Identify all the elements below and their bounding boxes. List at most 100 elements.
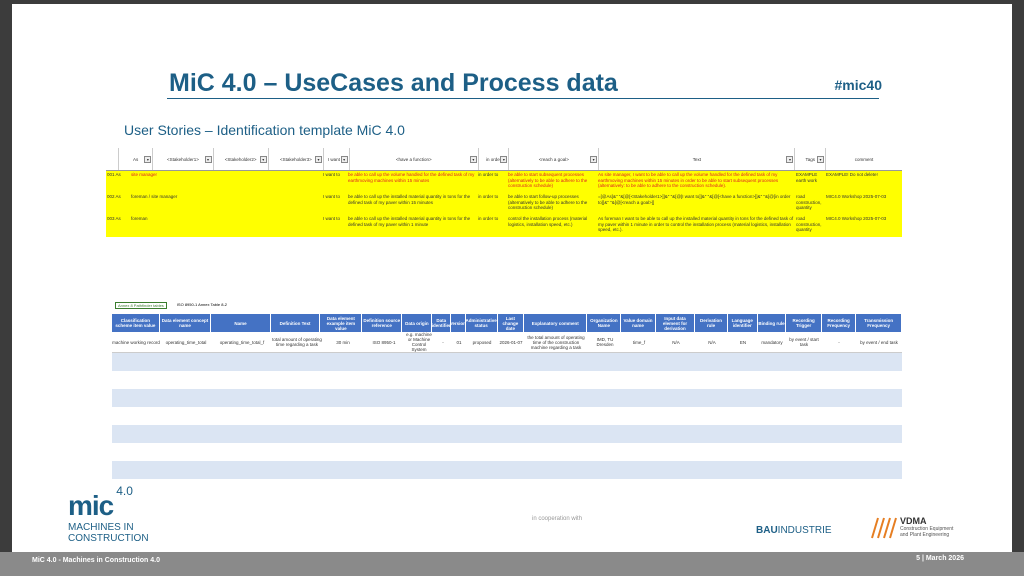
empty-row[interactable]: [112, 461, 902, 479]
header-cell[interactable]: Text ▾: [599, 148, 796, 170]
filter-dropdown-icon[interactable]: ▾: [500, 156, 508, 163]
cell-goal[interactable]: be able to start subsequent processes (a…: [507, 171, 597, 193]
data-cell[interactable]: -: [434, 332, 452, 352]
header-cell[interactable]: Definition source reference: [362, 314, 403, 332]
header-cell[interactable]: Tags ▾: [795, 148, 827, 170]
cell-id[interactable]: 002 As: [106, 193, 130, 215]
cell-stakeholder2[interactable]: [212, 193, 267, 215]
cell-goal[interactable]: control the installation process (materi…: [507, 215, 597, 237]
data-cell[interactable]: -: [822, 332, 856, 352]
data-cell[interactable]: by event / start task: [786, 332, 822, 352]
filter-dropdown-icon[interactable]: ▾: [340, 156, 348, 163]
header-cell[interactable]: Name: [211, 314, 271, 332]
data-cell[interactable]: N/A: [656, 332, 696, 352]
filter-dropdown-icon[interactable]: ▾: [469, 156, 477, 163]
cell-stakeholder2[interactable]: [212, 215, 267, 237]
header-cell[interactable]: Data origin: [402, 314, 433, 332]
data-cell[interactable]: ISO 8950-1: [364, 332, 404, 352]
header-cell[interactable]: <Stakeholder1> ▾: [153, 148, 214, 170]
header-cell[interactable]: As ▾: [119, 148, 154, 170]
header-cell[interactable]: Data element example item value: [320, 314, 363, 332]
empty-row[interactable]: [112, 407, 902, 425]
header-cell[interactable]: in order ▾: [479, 148, 510, 170]
cell-comment[interactable]: MIC4.0 Workshop 2025-07-03: [825, 193, 902, 215]
data-cell[interactable]: time_f: [622, 332, 656, 352]
cell-comment[interactable]: EXAMPLE! Do not delete!: [825, 171, 902, 193]
empty-row[interactable]: [112, 425, 902, 443]
cell-function[interactable]: be able to call up the installed materia…: [347, 193, 477, 215]
cell-text[interactable]: As foreman I want to be able to call up …: [597, 215, 795, 237]
cell-i-want-to[interactable]: I want to: [322, 171, 347, 193]
empty-row[interactable]: [112, 353, 902, 371]
cell-id[interactable]: 001 As: [106, 171, 130, 193]
header-cell[interactable]: Definition Text: [271, 314, 321, 332]
data-cell[interactable]: IMD, TU Dresden: [588, 332, 622, 352]
cell-stakeholder1[interactable]: foreman: [130, 215, 212, 237]
table-row[interactable]: 002 As foreman / site manager I want to …: [106, 193, 902, 215]
empty-row[interactable]: [112, 371, 902, 389]
cell-goal[interactable]: be able to start follow-up processes (al…: [507, 193, 597, 215]
header-cell[interactable]: Administrative status: [466, 314, 498, 332]
cell-in-order[interactable]: in order to: [477, 171, 507, 193]
header-cell[interactable]: Recording Trigger: [786, 314, 823, 332]
header-cell[interactable]: Version: [451, 314, 466, 332]
header-cell[interactable]: Recording Frequency: [822, 314, 857, 332]
data-cell[interactable]: operating_time_total_f: [212, 332, 272, 352]
cell-i-want-to[interactable]: I want to: [322, 215, 347, 237]
header-cell[interactable]: Binding rule: [758, 314, 787, 332]
tab-annex-8[interactable]: Annex 8 Pathfinder tables: [115, 302, 167, 309]
header-cell[interactable]: <have a function> ▾: [350, 148, 479, 170]
header-cell[interactable]: <Stakeholder2> ▾: [214, 148, 269, 170]
cell-stakeholder3[interactable]: [267, 215, 322, 237]
header-cell[interactable]: <reach a goal> ▾: [509, 148, 600, 170]
cell-tags[interactable]: road construction, quantity: [795, 193, 825, 215]
data-cell[interactable]: by event / end task: [856, 332, 902, 352]
data-cell[interactable]: machine working record: [112, 332, 160, 352]
filter-dropdown-icon[interactable]: ▾: [786, 156, 794, 163]
data-cell[interactable]: N/A: [696, 332, 728, 352]
cell-comment[interactable]: MIC4.0 Workshop 2025-07-03: [825, 215, 902, 237]
data-cell[interactable]: 01: [452, 332, 466, 352]
data-cell[interactable]: EN: [728, 332, 758, 352]
cell-tags[interactable]: road construction, quantity: [795, 215, 825, 237]
cell-id[interactable]: 003 As: [106, 215, 130, 237]
data-cell[interactable]: e.g. machine or Machine Control System: [404, 332, 434, 352]
header-cell[interactable]: Last change date: [498, 314, 525, 332]
table-row[interactable]: 001 As site manager I want to be able to…: [106, 171, 902, 193]
filter-dropdown-icon[interactable]: ▾: [590, 156, 598, 163]
filter-dropdown-icon[interactable]: ▾: [144, 156, 152, 163]
cell-stakeholder3[interactable]: [267, 171, 322, 193]
cell-stakeholder3[interactable]: [267, 193, 322, 215]
header-cell[interactable]: Language identifier: [728, 314, 758, 332]
header-cell[interactable]: [106, 148, 119, 170]
header-cell[interactable]: Organization Name: [587, 314, 622, 332]
cell-stakeholder2[interactable]: [212, 171, 267, 193]
cell-tags[interactable]: EXAMPLE earth work: [795, 171, 825, 193]
table-row[interactable]: machine working record operating_time_tot…: [112, 332, 902, 353]
cell-stakeholder1[interactable]: foreman / site manager: [130, 193, 212, 215]
filter-dropdown-icon[interactable]: ▾: [315, 156, 322, 163]
cell-stakeholder1[interactable]: site manager: [130, 171, 212, 193]
data-cell[interactable]: operating_time_total: [160, 332, 212, 352]
header-cell[interactable]: Data identifier: [432, 314, 451, 332]
cell-i-want-to[interactable]: I want to: [322, 193, 347, 215]
data-cell[interactable]: 2026-01-07: [498, 332, 524, 352]
header-cell[interactable]: Data element concept name: [160, 314, 212, 332]
table-row[interactable]: 003 As foreman I want to be able to call…: [106, 215, 902, 237]
cell-in-order[interactable]: in order to: [477, 193, 507, 215]
header-cell[interactable]: comment: [826, 148, 902, 170]
tab-iso-8950[interactable]: ISO 8950-1 Annex Table 8-2: [177, 302, 227, 309]
filter-dropdown-icon[interactable]: ▾: [204, 156, 212, 163]
filter-dropdown-icon[interactable]: ▾: [817, 156, 825, 163]
header-cell[interactable]: Derivation rule: [695, 314, 728, 332]
data-cell[interactable]: the total amount of operating time of th…: [524, 332, 588, 352]
filter-dropdown-icon[interactable]: ▾: [259, 156, 267, 163]
header-cell[interactable]: Input data element for derivation: [656, 314, 696, 332]
header-cell[interactable]: <Stakeholder3> ▾: [269, 148, 324, 170]
cell-text[interactable]: =[@As]&" "&[@[<Stakeholder1>]]&" "&[@[I …: [597, 193, 795, 215]
cell-function[interactable]: be able to call up the volume handled fo…: [347, 171, 477, 193]
header-cell[interactable]: Transmission Frequency: [856, 314, 903, 332]
header-cell[interactable]: I want to ▾: [324, 148, 350, 170]
header-cell[interactable]: Explanatory comment: [524, 314, 588, 332]
data-cell[interactable]: total amount of operating time regarding…: [272, 332, 322, 352]
